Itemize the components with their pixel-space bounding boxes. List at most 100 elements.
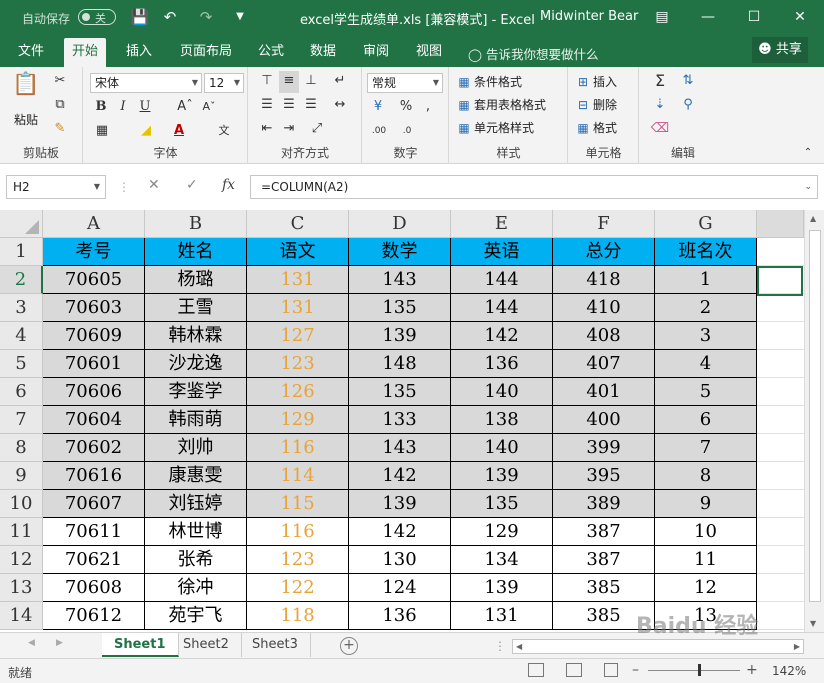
header-cell[interactable]: 班名次 xyxy=(655,238,757,266)
wrap-text-icon[interactable]: ↵ xyxy=(329,71,351,93)
data-cell[interactable]: 70621 xyxy=(43,546,145,574)
row-header-8[interactable]: 8 xyxy=(0,434,43,462)
sheet-tab-sheet3[interactable]: Sheet3 xyxy=(240,633,311,657)
column-header-h[interactable] xyxy=(757,210,804,238)
header-cell[interactable]: 总分 xyxy=(553,238,655,266)
data-cell[interactable]: 148 xyxy=(349,350,451,378)
currency-icon[interactable]: ¥ xyxy=(367,97,389,119)
data-cell[interactable]: 387 xyxy=(553,546,655,574)
column-header-c[interactable]: C xyxy=(247,210,349,238)
data-cell[interactable]: 70602 xyxy=(43,434,145,462)
row-header-5[interactable]: 5 xyxy=(0,350,43,378)
tell-me-search[interactable]: ◯ 告诉我你想要做什么 xyxy=(468,44,599,63)
close-icon[interactable]: ✕ xyxy=(786,6,814,28)
find-select-icon[interactable]: ⚲ xyxy=(678,95,698,117)
scroll-left-icon[interactable]: ◀ xyxy=(516,640,522,653)
tab-data[interactable]: 数据 xyxy=(302,38,344,67)
header-cell[interactable]: 英语 xyxy=(451,238,553,266)
row-header-7[interactable]: 7 xyxy=(0,406,43,434)
data-cell[interactable]: 70608 xyxy=(43,574,145,602)
user-name[interactable]: Midwinter Bear xyxy=(540,9,638,24)
data-cell[interactable]: 133 xyxy=(349,406,451,434)
data-cell[interactable]: 124 xyxy=(349,574,451,602)
data-cell[interactable]: 143 xyxy=(349,434,451,462)
empty-cell[interactable] xyxy=(757,434,804,462)
format-painter-icon[interactable]: ✎ xyxy=(50,119,70,141)
data-cell[interactable]: 131 xyxy=(247,294,349,322)
data-cell[interactable]: 王雪 xyxy=(145,294,247,322)
data-cell[interactable]: 138 xyxy=(451,406,553,434)
empty-cell[interactable] xyxy=(757,518,804,546)
scroll-down-icon[interactable]: ▼ xyxy=(810,619,816,628)
fill-icon[interactable]: ⇣ xyxy=(650,95,670,117)
decrease-indent-icon[interactable]: ⇤ xyxy=(257,119,277,141)
cut-icon[interactable]: ✂ xyxy=(50,71,70,93)
data-cell[interactable]: 9 xyxy=(655,490,757,518)
italic-button[interactable]: I xyxy=(114,97,132,119)
tab-formulas[interactable]: 公式 xyxy=(250,38,292,67)
enter-icon[interactable]: ✓ xyxy=(186,177,198,193)
data-cell[interactable]: 70612 xyxy=(43,602,145,630)
vertical-scroll-thumb[interactable] xyxy=(809,230,821,602)
align-right-icon[interactable]: ☰ xyxy=(301,95,321,117)
tab-review[interactable]: 审阅 xyxy=(355,38,397,67)
data-cell[interactable]: 408 xyxy=(553,322,655,350)
row-header-13[interactable]: 13 xyxy=(0,574,43,602)
percent-icon[interactable]: % xyxy=(397,97,415,119)
empty-cell[interactable] xyxy=(757,406,804,434)
data-cell[interactable]: 139 xyxy=(451,574,553,602)
normal-view-icon[interactable] xyxy=(528,663,544,677)
zoom-out-icon[interactable]: – xyxy=(632,662,639,678)
comma-icon[interactable]: , xyxy=(419,97,437,119)
row-header-14[interactable]: 14 xyxy=(0,602,43,630)
row-header-3[interactable]: 3 xyxy=(0,294,43,322)
tab-page-layout[interactable]: 页面布局 xyxy=(172,38,240,67)
data-cell[interactable]: 140 xyxy=(451,434,553,462)
data-cell[interactable]: 114 xyxy=(247,462,349,490)
autosum-icon[interactable]: Σ xyxy=(650,71,670,93)
empty-cell[interactable] xyxy=(757,490,804,518)
insert-function-icon[interactable]: fx xyxy=(222,177,235,193)
insert-cells-button[interactable]: ⊞ 插入 xyxy=(575,73,617,91)
data-cell[interactable]: 135 xyxy=(349,294,451,322)
data-cell[interactable]: 126 xyxy=(247,378,349,406)
data-cell[interactable]: 70609 xyxy=(43,322,145,350)
data-cell[interactable]: 70607 xyxy=(43,490,145,518)
font-name-select[interactable]: 宋体 ▼ xyxy=(90,73,202,93)
data-cell[interactable]: 418 xyxy=(553,266,655,294)
vertical-scrollbar[interactable]: ▲ ▼ xyxy=(804,210,824,632)
orientation-icon[interactable]: ⤢ xyxy=(305,119,329,141)
data-cell[interactable]: 142 xyxy=(349,462,451,490)
scroll-up-icon[interactable]: ▲ xyxy=(810,214,816,223)
data-cell[interactable]: 144 xyxy=(451,294,553,322)
column-header-a[interactable]: A xyxy=(43,210,145,238)
data-cell[interactable]: 118 xyxy=(247,602,349,630)
sort-filter-icon[interactable]: ⇅ xyxy=(678,71,698,93)
select-all-corner[interactable] xyxy=(0,210,43,238)
maximize-icon[interactable]: ☐ xyxy=(740,6,768,28)
data-cell[interactable]: 401 xyxy=(553,378,655,406)
data-cell[interactable]: 122 xyxy=(247,574,349,602)
data-cell[interactable]: 苑宇飞 xyxy=(145,602,247,630)
row-header-11[interactable]: 11 xyxy=(0,518,43,546)
collapse-ribbon-icon[interactable]: ⌃ xyxy=(800,143,816,165)
data-cell[interactable]: 395 xyxy=(553,462,655,490)
empty-cell[interactable] xyxy=(757,462,804,490)
row-header-4[interactable]: 4 xyxy=(0,322,43,350)
phonetic-icon[interactable]: 文 xyxy=(212,121,236,143)
data-cell[interactable]: 127 xyxy=(247,322,349,350)
decrease-font-icon[interactable]: Aˇ xyxy=(200,97,218,119)
data-cell[interactable]: 131 xyxy=(247,266,349,294)
empty-cell[interactable] xyxy=(757,322,804,350)
row-header-10[interactable]: 10 xyxy=(0,490,43,518)
data-cell[interactable]: 385 xyxy=(553,574,655,602)
increase-font-icon[interactable]: Aˆ xyxy=(176,97,194,119)
name-box[interactable]: H2 ▼ xyxy=(6,175,106,199)
tab-insert[interactable]: 插入 xyxy=(118,38,160,67)
data-cell[interactable]: 407 xyxy=(553,350,655,378)
data-cell[interactable]: 2 xyxy=(655,294,757,322)
cell-styles-button[interactable]: ▦ 单元格样式 xyxy=(456,119,534,137)
clear-icon[interactable]: ⌫ xyxy=(650,119,670,141)
align-bottom-icon[interactable]: ⊥ xyxy=(301,71,321,93)
data-cell[interactable]: 杨璐 xyxy=(145,266,247,294)
